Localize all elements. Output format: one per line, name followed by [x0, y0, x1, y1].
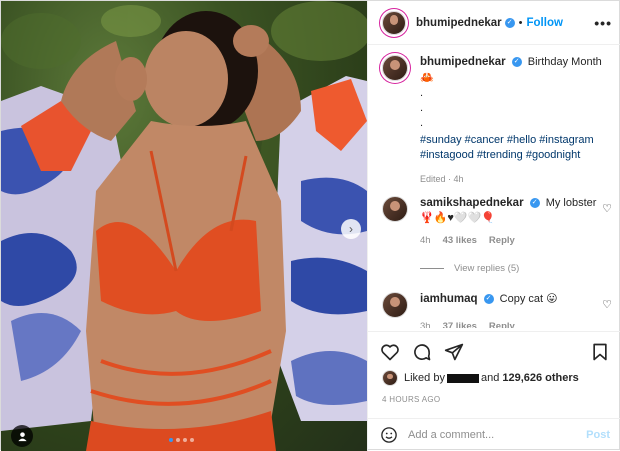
view-replies-button[interactable]: View replies (5) — [420, 263, 519, 274]
author-username[interactable]: bhumipednekar — [416, 17, 502, 29]
hashtag-link[interactable]: #cancer — [465, 134, 504, 146]
like-comment-heart-icon[interactable]: ♡ — [602, 298, 612, 311]
crab-emoji: 🦀 — [420, 72, 434, 84]
post-image — [1, 1, 367, 451]
caption-hashtags: #sunday #cancer #hello #instagram #insta… — [420, 133, 602, 163]
like-comment-heart-icon[interactable]: ♡ — [602, 202, 612, 215]
chevron-right-icon: › — [349, 222, 353, 236]
more-options-icon[interactable]: ••• — [594, 15, 612, 31]
commenter-username[interactable]: samikshapednekar — [420, 197, 524, 209]
follow-button[interactable]: Follow — [527, 17, 563, 29]
author-avatar[interactable] — [382, 10, 406, 35]
carousel-dot[interactable] — [190, 438, 194, 442]
caption-text: Birthday Month — [527, 56, 602, 68]
add-comment-input[interactable] — [408, 429, 587, 441]
likes-and-label: and — [480, 372, 500, 384]
hashtag-link[interactable]: #sunday — [420, 134, 462, 146]
post-photo[interactable]: › — [1, 1, 367, 451]
comment-emojis: 😛 — [546, 293, 558, 305]
comment-time[interactable]: 3h — [420, 319, 431, 328]
commenter-avatar[interactable] — [382, 196, 408, 222]
verified-badge-icon: ✓ — [511, 57, 522, 68]
caption-dot-line: . — [420, 102, 424, 114]
comment-emojis: 🦞🔥♥🤍🤍🎈 — [420, 212, 496, 224]
commenter-username[interactable]: iamhumaq — [420, 293, 478, 305]
post-sidebar: bhumipednekar ✓ • Follow ••• bhumipednek… — [367, 1, 620, 451]
comment-item: iamhumaq ✓ Copy cat 😛 3h 37 likes Reply … — [382, 292, 620, 328]
comment-bubble-icon[interactable] — [412, 342, 432, 362]
caption-avatar[interactable] — [382, 55, 408, 81]
hashtag-link[interactable]: #hello — [507, 134, 536, 146]
tagged-users-button[interactable] — [11, 425, 33, 447]
hashtag-link[interactable]: #instagood — [420, 149, 474, 161]
likes-others-link[interactable]: 129,626 others — [502, 372, 578, 384]
comment-item: samikshapednekar ✓ My lobster 🦞🔥♥🤍🤍🎈 4h … — [382, 196, 620, 248]
user-icon — [17, 431, 27, 441]
add-comment-bar: Post — [368, 418, 620, 451]
liker-avatar[interactable] — [382, 370, 398, 386]
post-timestamp[interactable]: 4 HOURS AGO — [382, 395, 440, 404]
edited-timestamp: Edited · 4h — [420, 174, 464, 184]
next-slide-button[interactable]: › — [341, 219, 361, 239]
instagram-post-modal: › bhumipednekar ✓ • Follow ••• bhumipedn… — [0, 0, 620, 451]
carousel-dot[interactable] — [176, 438, 180, 442]
caption-dot-line: . — [420, 87, 424, 99]
divider-line — [420, 268, 444, 269]
comment-likes[interactable]: 43 likes — [443, 233, 477, 248]
share-paper-plane-icon[interactable] — [444, 342, 464, 362]
save-bookmark-icon[interactable] — [590, 342, 610, 362]
hashtag-link[interactable]: #goodnight — [526, 149, 580, 161]
post-caption: bhumipednekar ✓ Birthday Month 🦀 . . . #… — [382, 55, 614, 187]
caption-dot-line: . — [420, 117, 424, 129]
reply-button[interactable]: Reply — [489, 319, 515, 328]
like-heart-icon[interactable] — [380, 342, 400, 362]
redacted-username — [446, 373, 479, 383]
carousel-indicator — [169, 438, 194, 442]
verified-badge-icon: ✓ — [529, 198, 540, 209]
carousel-dot[interactable] — [169, 438, 173, 442]
comment-likes[interactable]: 37 likes — [443, 319, 477, 328]
comment-time[interactable]: 4h — [420, 233, 431, 248]
emoji-smiley-icon[interactable] — [380, 426, 398, 444]
post-header: bhumipednekar ✓ • Follow ••• — [368, 1, 620, 45]
verified-badge-icon: ✓ — [483, 294, 494, 305]
view-replies-label: View replies (5) — [454, 263, 520, 274]
hashtag-link[interactable]: #instagram — [539, 134, 593, 146]
caption-username[interactable]: bhumipednekar — [420, 56, 506, 68]
reply-button[interactable]: Reply — [489, 233, 515, 248]
hashtag-link[interactable]: #trending — [477, 149, 523, 161]
separator-dot: • — [518, 16, 523, 29]
likes-summary: Liked by and 129,626 others — [382, 370, 579, 386]
carousel-dot[interactable] — [183, 438, 187, 442]
liked-by-label: Liked by — [404, 372, 445, 384]
comment-text: Copy cat — [499, 293, 544, 305]
verified-badge-icon: ✓ — [504, 17, 515, 28]
commenter-avatar[interactable] — [382, 292, 408, 318]
comment-text: My lobster — [545, 197, 597, 209]
post-comment-button[interactable]: Post — [586, 429, 610, 441]
post-actions-bar — [368, 331, 620, 371]
